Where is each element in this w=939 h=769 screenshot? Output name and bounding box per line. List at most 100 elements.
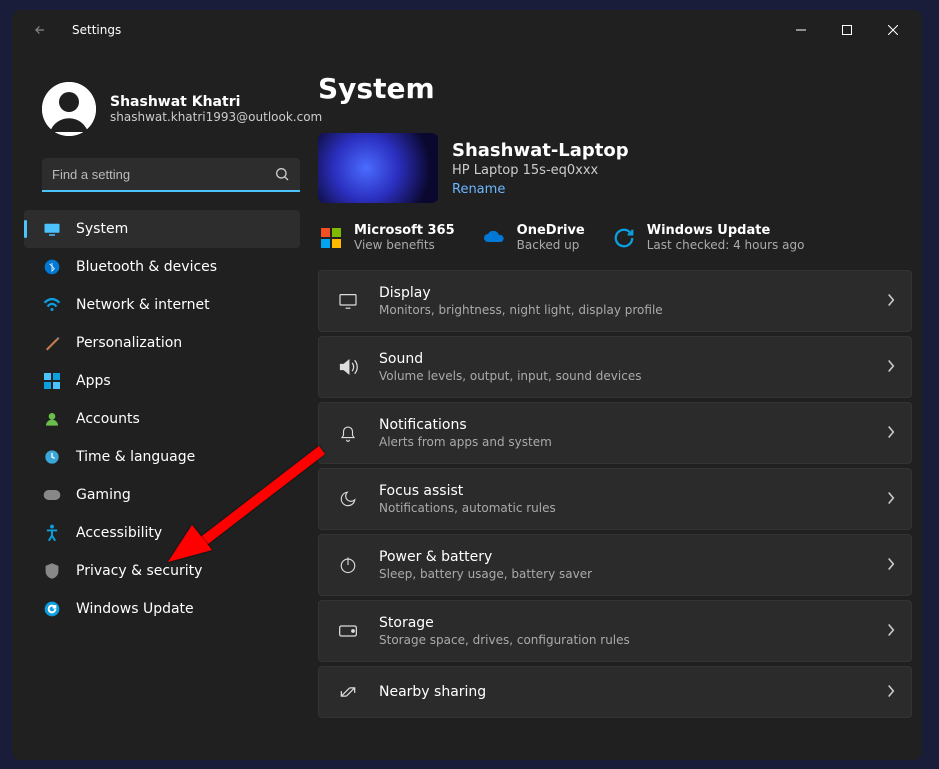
card-display[interactable]: Display Monitors, brightness, night light… [318,270,912,332]
chevron-right-icon [887,490,895,509]
close-button[interactable] [870,15,916,45]
card-sound[interactable]: Sound Volume levels, output, input, sound… [318,336,912,398]
sidebar-item-label: Windows Update [76,601,194,617]
card-subtitle: Volume levels, output, input, sound devi… [379,369,641,383]
search-input[interactable] [42,158,300,192]
device-row: Shashwat-Laptop HP Laptop 15s-eq0xxx Ren… [318,133,912,203]
sidebar-item-time[interactable]: Time & language [24,438,300,476]
chevron-right-icon [887,424,895,443]
sidebar-item-accessibility[interactable]: Accessibility [24,514,300,552]
gaming-icon [42,485,62,505]
apps-icon [42,371,62,391]
window-controls [778,15,916,45]
search-icon [274,166,290,186]
sidebar-item-label: Bluetooth & devices [76,259,217,275]
status-update[interactable]: Windows Update Last checked: 4 hours ago [611,223,805,252]
device-image [318,133,438,203]
card-notifications[interactable]: Notifications Alerts from apps and system [318,402,912,464]
display-icon [337,290,359,312]
status-onedrive[interactable]: OneDrive Backed up [481,223,585,252]
card-subtitle: Storage space, drives, configuration rul… [379,633,630,647]
storage-icon [337,620,359,642]
avatar [42,82,96,136]
status-onedrive-sub: Backed up [517,238,585,252]
titlebar: Settings [12,10,922,50]
rename-link[interactable]: Rename [452,182,505,197]
card-title: Notifications [379,417,552,433]
card-title: Sound [379,351,641,367]
nearby-icon [337,681,359,703]
card-storage[interactable]: Storage Storage space, drives, configurat… [318,600,912,662]
user-email: shashwat.khatri1993@outlook.com [110,110,322,124]
privacy-icon [42,561,62,581]
maximize-button[interactable] [824,15,870,45]
search-wrapper [42,158,300,192]
card-title: Power & battery [379,549,592,565]
card-title: Display [379,285,663,301]
update-icon [611,225,637,251]
card-subtitle: Notifications, automatic rules [379,501,556,515]
accessibility-icon [42,523,62,543]
sidebar-item-gaming[interactable]: Gaming [24,476,300,514]
card-title: Nearby sharing [379,684,486,700]
card-nearby[interactable]: Nearby sharing [318,666,912,718]
card-subtitle: Alerts from apps and system [379,435,552,449]
network-icon [42,295,62,315]
device-model: HP Laptop 15s-eq0xxx [452,163,629,178]
user-account-row[interactable]: Shashwat Khatri shashwat.khatri1993@outl… [12,62,312,158]
device-name: Shashwat-Laptop [452,140,629,161]
focus-icon [337,488,359,510]
status-onedrive-title: OneDrive [517,223,585,238]
sidebar-item-network[interactable]: Network & internet [24,286,300,324]
status-ms365-sub: View benefits [354,238,455,252]
update-icon [42,599,62,619]
status-row: Microsoft 365 View benefits OneDrive Bac… [318,223,912,252]
status-update-title: Windows Update [647,223,805,238]
window-title: Settings [72,23,778,37]
card-focus[interactable]: Focus assist Notifications, automatic rul… [318,468,912,530]
chevron-right-icon [887,556,895,575]
sidebar-item-label: Gaming [76,487,131,503]
notifications-icon [337,422,359,444]
bluetooth-icon [42,257,62,277]
sidebar-item-label: Network & internet [76,297,210,313]
card-title: Storage [379,615,630,631]
status-update-sub: Last checked: 4 hours ago [647,238,805,252]
sidebar-item-bluetooth[interactable]: Bluetooth & devices [24,248,300,286]
card-subtitle: Sleep, battery usage, battery saver [379,567,592,581]
sidebar-item-label: Apps [76,373,111,389]
sidebar-item-label: System [76,221,128,237]
time-icon [42,447,62,467]
chevron-right-icon [887,292,895,311]
accounts-icon [42,409,62,429]
status-ms365-title: Microsoft 365 [354,223,455,238]
ms365-icon [318,225,344,251]
card-title: Focus assist [379,483,556,499]
sidebar-item-system[interactable]: System [24,210,300,248]
main-panel: System Shashwat-Laptop HP Laptop 15s-eq0… [312,50,922,760]
sidebar-item-apps[interactable]: Apps [24,362,300,400]
sidebar-item-privacy[interactable]: Privacy & security [24,552,300,590]
sidebar-item-accounts[interactable]: Accounts [24,400,300,438]
card-subtitle: Monitors, brightness, night light, displ… [379,303,663,317]
page-title: System [318,72,912,105]
chevron-right-icon [887,683,895,702]
sidebar-item-label: Privacy & security [76,563,202,579]
user-name: Shashwat Khatri [110,94,322,110]
power-icon [337,554,359,576]
settings-cards: Display Monitors, brightness, night light… [318,270,912,718]
nav-list: System Bluetooth & devices Network & inter… [12,210,312,628]
sidebar-item-label: Accounts [76,411,140,427]
sidebar-item-personalization[interactable]: Personalization [24,324,300,362]
status-ms365[interactable]: Microsoft 365 View benefits [318,223,455,252]
card-power[interactable]: Power & battery Sleep, battery usage, bat… [318,534,912,596]
sound-icon [337,356,359,378]
settings-window: Settings Shashwat Khatri shashwat.khatri… [12,10,922,760]
sidebar-item-label: Accessibility [76,525,162,541]
sidebar-item-update[interactable]: Windows Update [24,590,300,628]
sidebar: Shashwat Khatri shashwat.khatri1993@outl… [12,50,312,760]
chevron-right-icon [887,622,895,641]
sidebar-item-label: Personalization [76,335,182,351]
back-button[interactable] [28,18,52,42]
minimize-button[interactable] [778,15,824,45]
